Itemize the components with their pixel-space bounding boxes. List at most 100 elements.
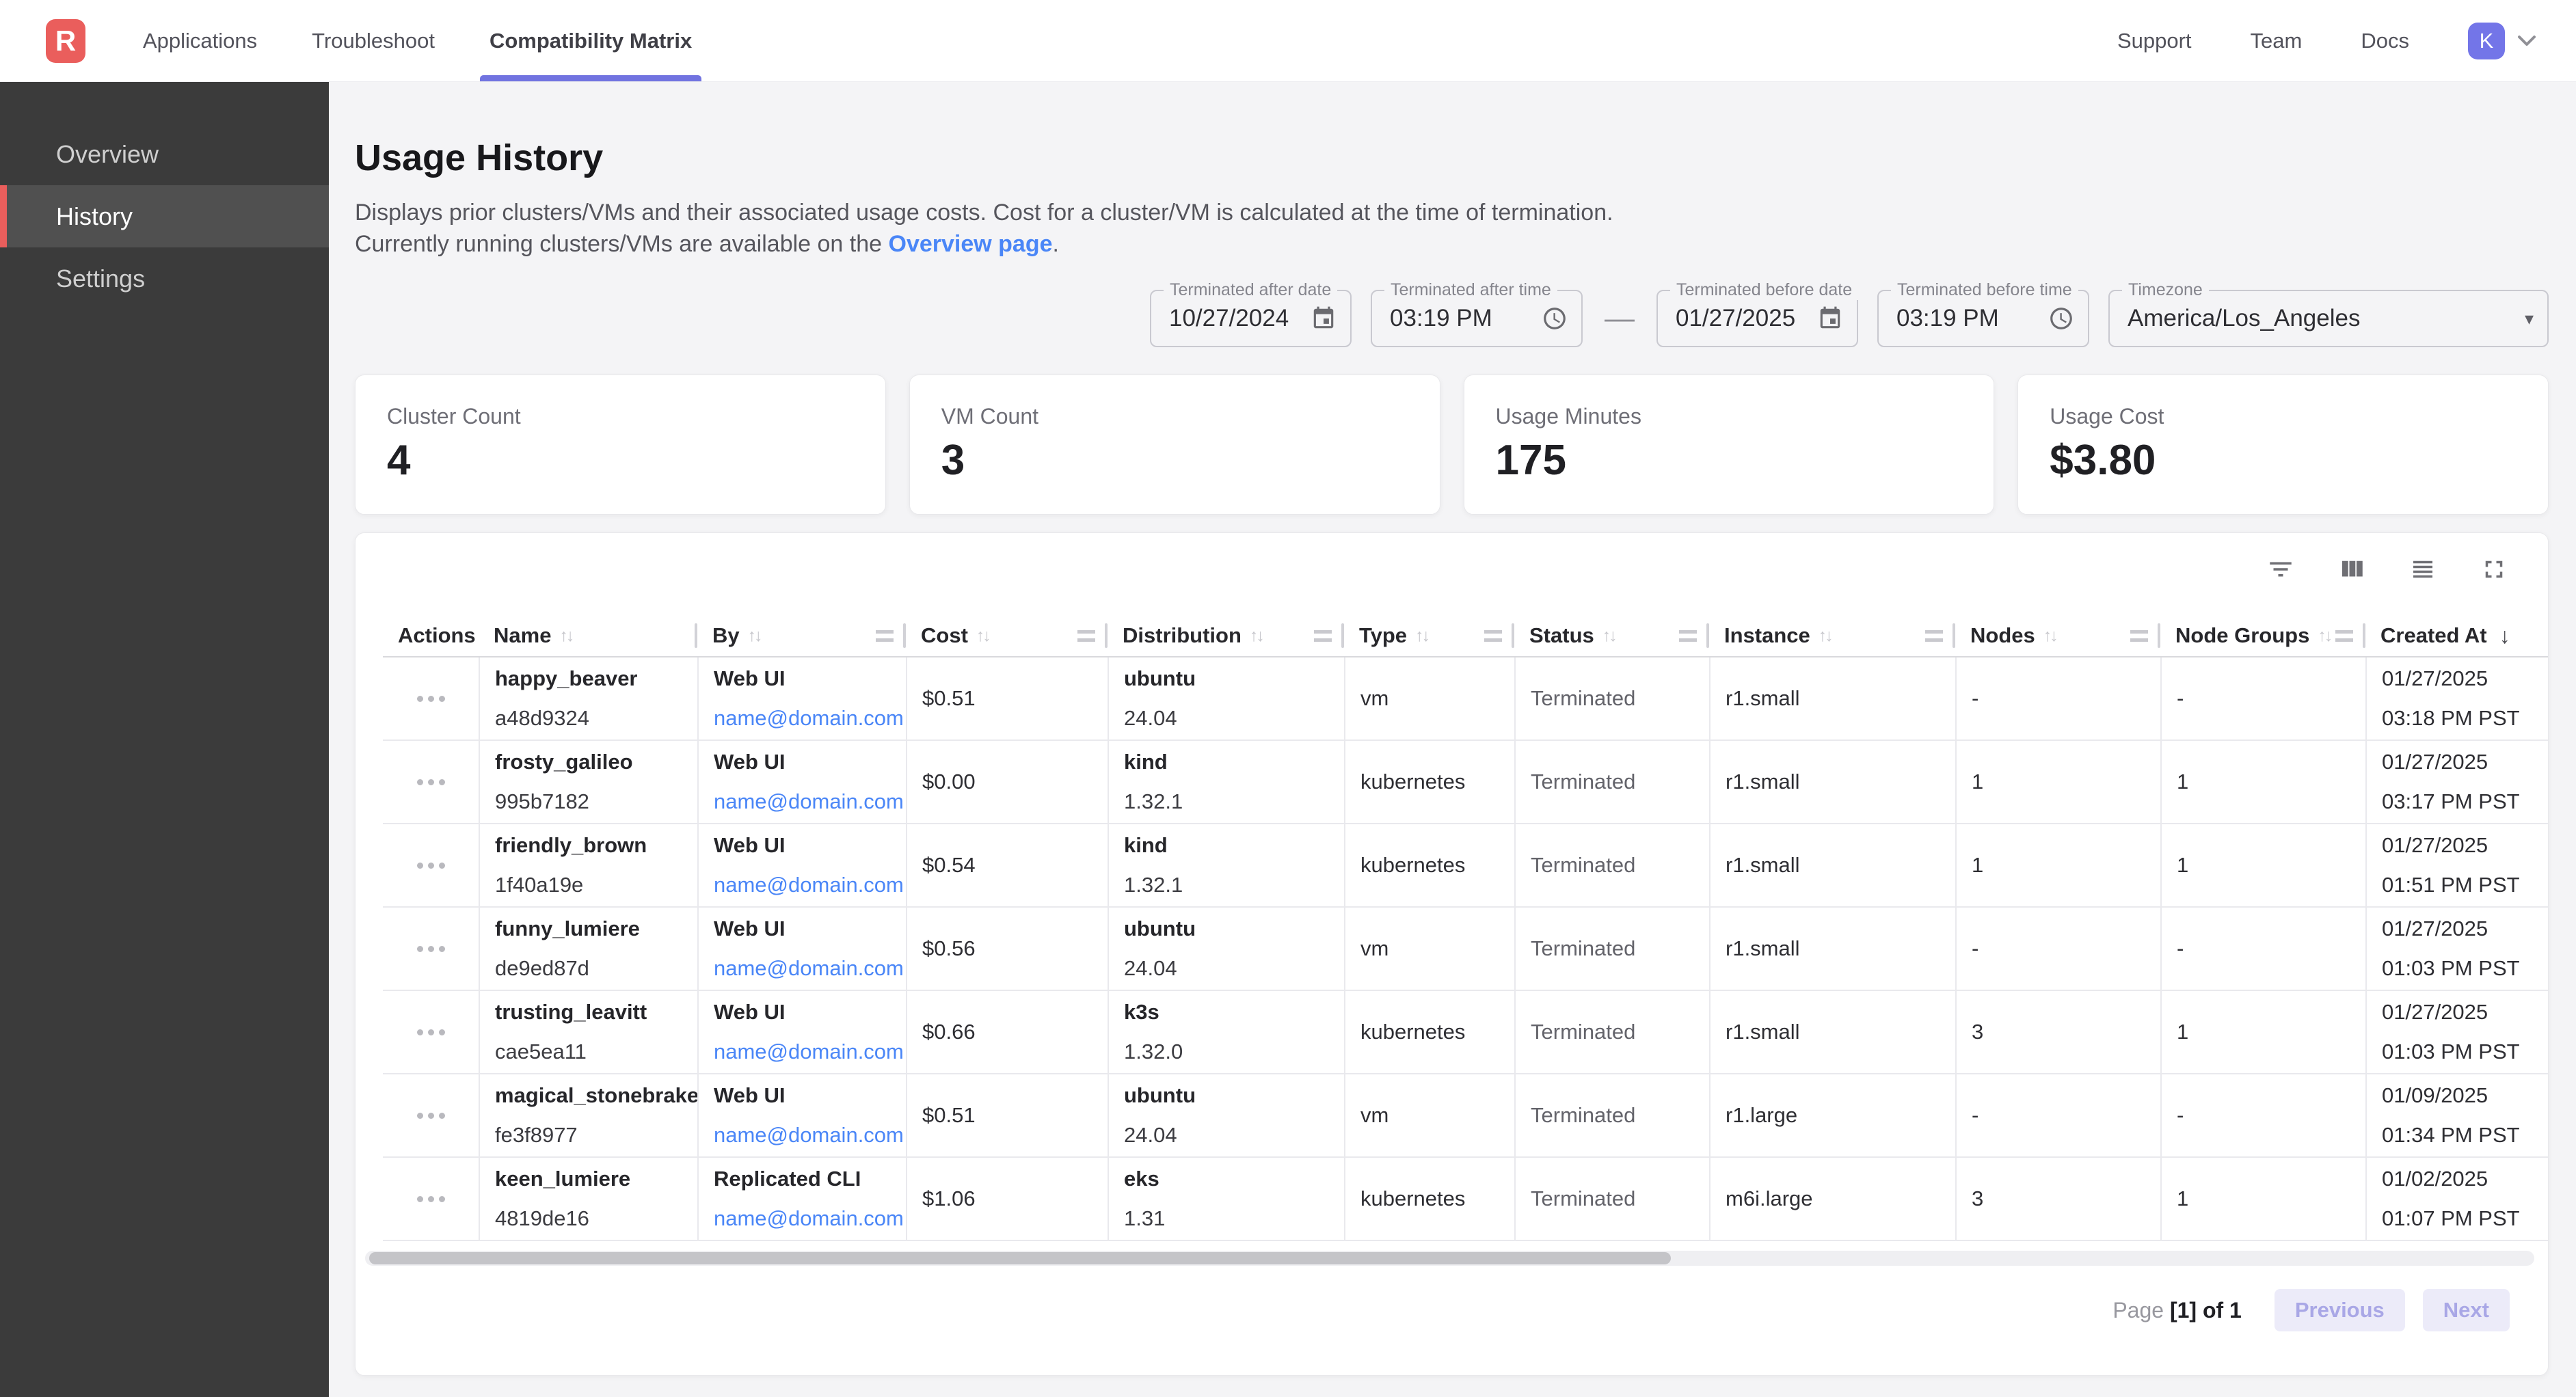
sort-icon[interactable]: ↑↓ — [1819, 626, 1832, 646]
sort-icon[interactable]: ↑↓ — [748, 626, 761, 646]
column-menu-icon[interactable] — [2335, 630, 2353, 642]
previous-button[interactable]: Previous — [2275, 1289, 2405, 1331]
sidebar: Overview History Settings — [0, 82, 329, 1397]
sort-icon[interactable]: ↑↓ — [1602, 626, 1615, 646]
column-header-status[interactable]: Status↑↓ — [1514, 615, 1709, 656]
column-menu-icon[interactable] — [1484, 630, 1502, 642]
row-actions-button[interactable] — [410, 772, 452, 792]
filter-icon[interactable] — [2265, 554, 2296, 585]
sidebar-item-history[interactable]: History — [0, 185, 329, 247]
usage-table: ActionsName↑↓By↑↓Cost↑↓Distribution↑↓Typ… — [383, 615, 2549, 1241]
next-button[interactable]: Next — [2423, 1289, 2510, 1331]
columns-icon[interactable] — [2336, 554, 2367, 585]
column-header-node-groups[interactable]: Node Groups↑↓ — [2160, 615, 2365, 656]
type-cell: kubernetes — [1344, 741, 1514, 823]
distribution-version: 24.04 — [1124, 1123, 1344, 1148]
distribution-name: eks — [1124, 1167, 1344, 1191]
nav-tab-compatibility-matrix[interactable]: Compatibility Matrix — [489, 0, 692, 81]
row-actions-button[interactable] — [410, 689, 452, 709]
sort-icon[interactable]: ↑↓ — [559, 626, 572, 646]
row-actions-button[interactable] — [410, 1106, 452, 1126]
row-actions-button[interactable] — [410, 1022, 452, 1042]
chevron-down-icon[interactable] — [2516, 33, 2538, 49]
column-menu-icon[interactable] — [2130, 630, 2148, 642]
by-email-link[interactable]: name@domain.com — [714, 1040, 906, 1064]
actions-cell — [383, 657, 479, 740]
column-header-name[interactable]: Name↑↓ — [479, 615, 697, 656]
account-menu[interactable]: K — [2468, 23, 2538, 59]
fullscreen-icon[interactable] — [2478, 554, 2510, 585]
clock-icon[interactable] — [1542, 306, 1568, 331]
overview-page-link[interactable]: Overview page — [889, 231, 1053, 257]
horizontal-scrollbar-track[interactable] — [365, 1251, 2534, 1266]
column-header-created-at[interactable]: Created At↓ — [2365, 615, 2549, 656]
sort-icon[interactable]: ↑↓ — [2043, 626, 2056, 646]
cost-cell: $0.66 — [906, 991, 1108, 1073]
row-actions-button[interactable] — [410, 856, 452, 876]
sort-desc-icon[interactable]: ↓ — [2499, 623, 2510, 649]
column-header-by[interactable]: By↑↓ — [697, 615, 906, 656]
terminated-before-date-field[interactable]: Terminated before date 01/27/2025 — [1656, 290, 1858, 347]
row-actions-button[interactable] — [410, 939, 452, 959]
by-email-link[interactable]: name@domain.com — [714, 1123, 906, 1148]
nav-link-team[interactable]: Team — [2251, 29, 2303, 53]
cost-cell: $0.54 — [906, 824, 1108, 906]
density-icon[interactable] — [2407, 554, 2439, 585]
column-header-distribution[interactable]: Distribution↑↓ — [1108, 615, 1344, 656]
column-header-actions: Actions — [383, 615, 479, 656]
by-email-link[interactable]: name@domain.com — [714, 1206, 906, 1231]
column-header-cost[interactable]: Cost↑↓ — [906, 615, 1108, 656]
sidebar-item-overview[interactable]: Overview — [0, 123, 329, 185]
by-email-link[interactable]: name@domain.com — [714, 789, 906, 814]
column-label: Type — [1359, 623, 1407, 648]
created-at-cell: 01/27/2025 01:51 PM PST — [2365, 824, 2549, 906]
row-actions-button[interactable] — [410, 1189, 452, 1209]
type-cell: vm — [1344, 657, 1514, 740]
column-header-type[interactable]: Type ↑↓ — [1344, 615, 1514, 656]
distribution-version: 1.32.0 — [1124, 1040, 1344, 1064]
stat-card-usage-cost: Usage Cost $3.80 — [2017, 375, 2549, 515]
sort-icon[interactable]: ↑↓ — [1415, 626, 1428, 646]
timezone-select[interactable]: Timezone America/Los_Angeles ▾ — [2108, 290, 2549, 347]
terminated-after-time-field[interactable]: Terminated after time 03:19 PM — [1371, 290, 1583, 347]
calendar-icon[interactable] — [1311, 306, 1337, 331]
table-header-row: ActionsName↑↓By↑↓Cost↑↓Distribution↑↓Typ… — [383, 615, 2549, 657]
nodes-cell: - — [1955, 1074, 2160, 1156]
avatar[interactable]: K — [2468, 23, 2505, 59]
column-menu-icon[interactable] — [1077, 630, 1095, 642]
nav-link-support[interactable]: Support — [2117, 29, 2192, 53]
column-menu-icon[interactable] — [876, 630, 894, 642]
column-menu-icon[interactable] — [1925, 630, 1943, 642]
type-cell: vm — [1344, 908, 1514, 990]
sort-icon[interactable]: ↑↓ — [1250, 626, 1263, 646]
by-email-link[interactable]: name@domain.com — [714, 956, 906, 981]
status-badge: Terminated — [1531, 770, 1709, 794]
by-cell: Web UI name@domain.com — [697, 908, 906, 990]
nav-link-docs[interactable]: Docs — [2361, 29, 2409, 53]
node-groups-cell: 1 — [2160, 741, 2365, 823]
table-row: magical_stonebraker fe3f8977 Web UI name… — [383, 1074, 2549, 1158]
nav-tab-troubleshoot[interactable]: Troubleshoot — [312, 0, 435, 81]
page-description: Displays prior clusters/VMs and their as… — [355, 197, 1640, 260]
by-email-link[interactable]: name@domain.com — [714, 873, 906, 897]
column-menu-icon[interactable] — [1314, 630, 1332, 642]
calendar-icon[interactable] — [1817, 306, 1843, 331]
sort-icon[interactable]: ↑↓ — [2318, 626, 2331, 646]
type-cell: kubernetes — [1344, 991, 1514, 1073]
dropdown-arrow-icon[interactable]: ▾ — [2525, 308, 2534, 329]
cluster-name: funny_lumiere — [495, 917, 697, 941]
horizontal-scrollbar-thumb[interactable] — [369, 1252, 1671, 1264]
nav-tab-applications[interactable]: Applications — [143, 0, 257, 81]
terminated-before-time-field[interactable]: Terminated before time 03:19 PM — [1877, 290, 2089, 347]
type-cell: kubernetes — [1344, 1158, 1514, 1240]
column-menu-icon[interactable] — [1679, 630, 1697, 642]
node-groups-cell: 1 — [2160, 824, 2365, 906]
sidebar-item-settings[interactable]: Settings — [0, 247, 329, 310]
by-email-link[interactable]: name@domain.com — [714, 706, 906, 731]
column-header-nodes[interactable]: Nodes↑↓ — [1955, 615, 2160, 656]
column-header-instance[interactable]: Instance↑↓ — [1709, 615, 1955, 656]
sort-icon[interactable]: ↑↓ — [976, 626, 989, 646]
replicated-logo: R — [46, 19, 85, 63]
terminated-after-date-field[interactable]: Terminated after date 10/27/2024 — [1150, 290, 1352, 347]
clock-icon[interactable] — [2048, 306, 2074, 331]
